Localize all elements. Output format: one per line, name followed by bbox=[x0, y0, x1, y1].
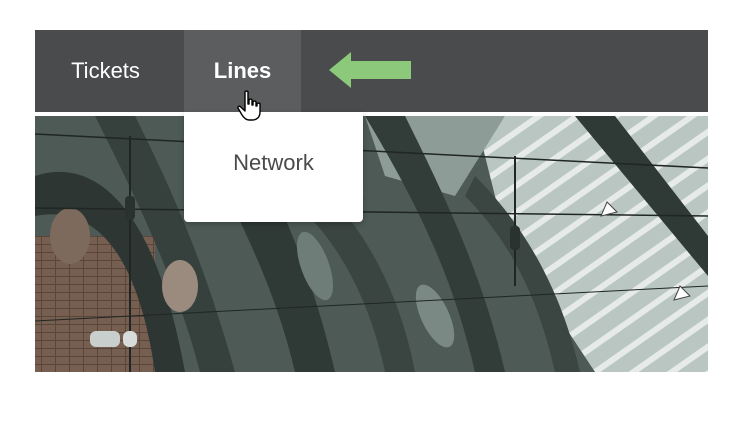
nav-item-tickets[interactable]: Tickets bbox=[35, 30, 176, 112]
nav-item-label: Tickets bbox=[71, 58, 140, 83]
lines-dropdown-menu: Network bbox=[184, 112, 363, 222]
dropdown-item-network[interactable]: Network bbox=[184, 112, 363, 222]
station-roof-illustration bbox=[35, 116, 708, 372]
hand-pointer-icon bbox=[237, 90, 261, 121]
left-arrow-icon bbox=[329, 52, 411, 88]
page-frame: Tickets Lines Network bbox=[35, 30, 708, 372]
dropdown-item-label: Network bbox=[233, 150, 314, 175]
top-navbar: Tickets Lines bbox=[35, 30, 708, 112]
hero-image bbox=[35, 116, 708, 372]
nav-item-label: Lines bbox=[213, 58, 272, 83]
